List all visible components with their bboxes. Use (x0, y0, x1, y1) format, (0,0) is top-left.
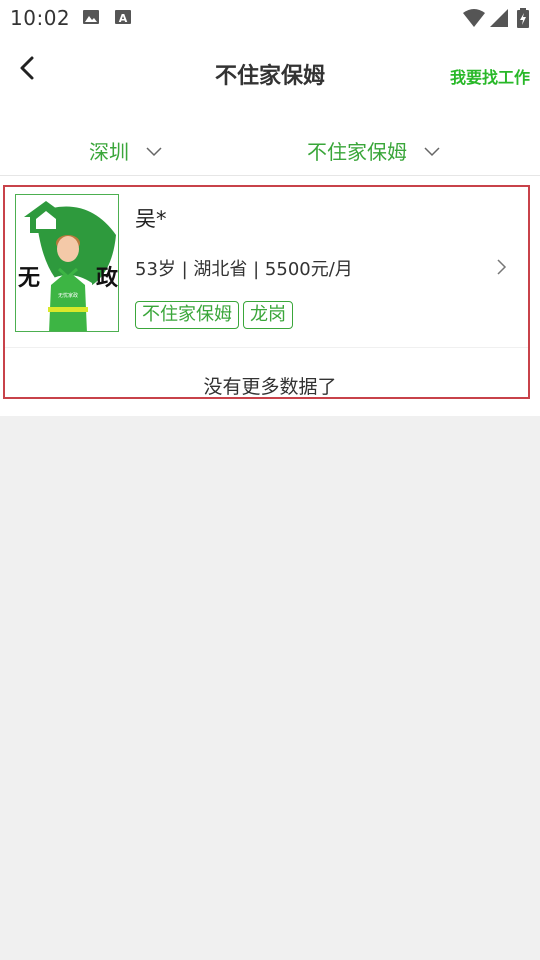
chevron-right-icon (497, 259, 507, 275)
svg-text:无忧家政: 无忧家政 (58, 292, 78, 299)
worker-name: 吴* (135, 207, 167, 231)
service-type-tag: 不住家保姆 (135, 301, 239, 329)
status-bar: 10:02 A (0, 0, 540, 36)
logo-right-char: 政 (96, 265, 119, 291)
listing-list: 无 政 无忧家政 吴* 53岁 | 湖北省 | 5500元/月 不住家保姆 龙岗… (0, 176, 540, 416)
filter-bar: 深圳 不住家保姆 (0, 108, 540, 176)
status-time: 10:02 (10, 6, 71, 30)
city-filter-dropdown[interactable]: 深圳 (89, 136, 163, 165)
wifi-icon (463, 9, 485, 27)
tag-list: 不住家保姆 龙岗 (135, 301, 293, 329)
image-icon (83, 10, 99, 24)
worker-photo: 无 政 无忧家政 (16, 195, 119, 331)
text-a-icon: A (115, 10, 131, 25)
avatar: 无 政 无忧家政 (15, 194, 119, 332)
find-job-button[interactable]: 我要找工作 (450, 64, 530, 88)
battery-charging-icon (517, 8, 529, 28)
chevron-down-icon (146, 146, 162, 156)
header-bar: 不住家保姆 我要找工作 (0, 36, 540, 108)
service-type-filter-dropdown[interactable]: 不住家保姆 (307, 136, 441, 165)
list-item[interactable]: 无 政 无忧家政 吴* 53岁 | 湖北省 | 5500元/月 不住家保姆 龙岗 (5, 187, 528, 348)
district-tag: 龙岗 (243, 301, 293, 329)
service-type-filter-label: 不住家保姆 (307, 140, 407, 164)
signal-icon (490, 9, 508, 27)
list-end-message: 没有更多数据了 (203, 376, 337, 398)
app-root: 10:02 A 不住家保姆 我要找工作 深圳 不住家保姆 无 政 无忧家政 吴*… (0, 0, 540, 960)
city-filter-label: 深圳 (89, 140, 129, 164)
svg-text:A: A (119, 12, 128, 25)
logo-left-char: 无 (18, 266, 40, 291)
chevron-down-icon (424, 146, 440, 156)
worker-info: 53岁 | 湖北省 | 5500元/月 (135, 259, 353, 280)
